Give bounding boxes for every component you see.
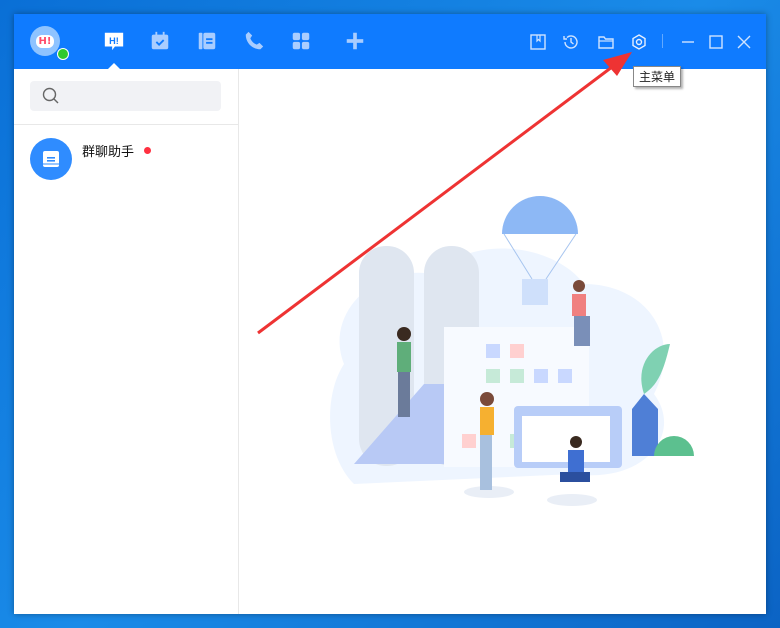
main-menu-tooltip: 主菜单 (633, 66, 682, 87)
annotation-arrow (257, 52, 632, 335)
